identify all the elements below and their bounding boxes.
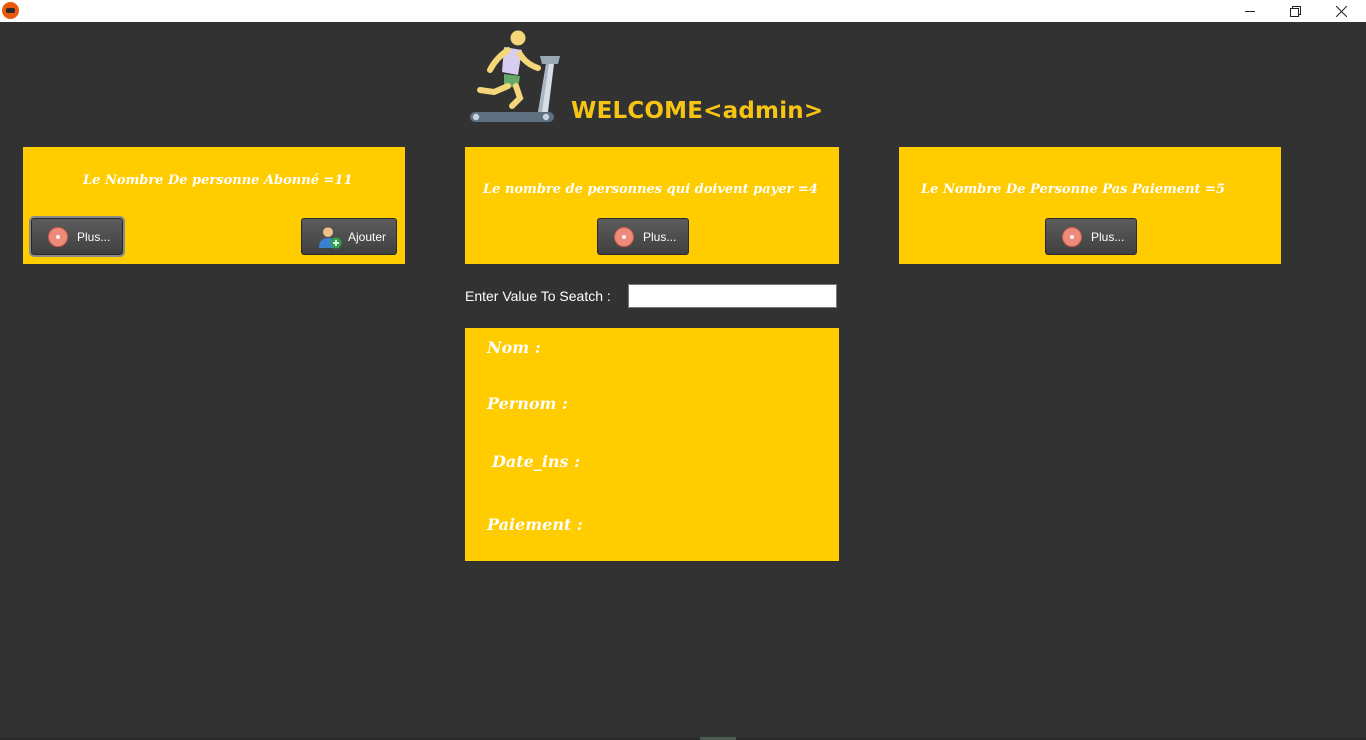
treadmill-runner-icon (470, 30, 560, 122)
add-user-icon (319, 226, 342, 248)
minimize-icon (1244, 10, 1255, 12)
member-details-panel: Nom : Pernom : Date_ins : Paiement : (465, 328, 839, 561)
disc-icon (1062, 226, 1082, 247)
search-input[interactable] (628, 284, 837, 308)
subscribers-card: Le Nombre De personne Abonné =11 Plus...… (23, 147, 405, 264)
button-label: Plus... (77, 229, 111, 244)
no-payment-count-text: Le Nombre De Personne Pas Paiement =5 (921, 182, 1225, 197)
must-pay-count-text: Le nombre de personnes qui doivent payer… (483, 182, 818, 197)
disc-icon (614, 226, 634, 247)
restore-button[interactable] (1272, 0, 1318, 22)
search-label: Enter Value To Seatch : (465, 288, 611, 304)
close-button[interactable] (1318, 0, 1364, 22)
no-payment-card: Le Nombre De Personne Pas Paiement =5 Pl… (899, 147, 1281, 264)
button-label: Plus... (643, 229, 677, 244)
button-label: Plus... (1091, 229, 1125, 244)
window-titlebar (0, 0, 1366, 22)
must-pay-more-button[interactable]: Plus... (597, 218, 689, 255)
subscribers-more-button[interactable]: Plus... (31, 218, 123, 255)
subscribers-count-text: Le Nombre De personne Abonné =11 (83, 173, 353, 188)
add-user-button[interactable]: Ajouter (301, 218, 397, 255)
prenom-label: Pernom : (487, 394, 568, 413)
button-label: Ajouter (348, 229, 387, 244)
restore-icon (1289, 5, 1301, 17)
app-logo-icon[interactable] (2, 2, 19, 19)
no-payment-more-button[interactable]: Plus... (1045, 218, 1137, 255)
welcome-title: WELCOME<admin> (571, 98, 824, 124)
nom-label: Nom : (487, 338, 541, 357)
paiement-label: Paiement : (487, 515, 583, 534)
date-ins-label: Date_ins : (492, 452, 581, 471)
close-icon (1335, 5, 1347, 17)
disc-icon (48, 226, 68, 247)
minimize-button[interactable] (1227, 0, 1273, 22)
must-pay-card: Le nombre de personnes qui doivent payer… (465, 147, 839, 264)
